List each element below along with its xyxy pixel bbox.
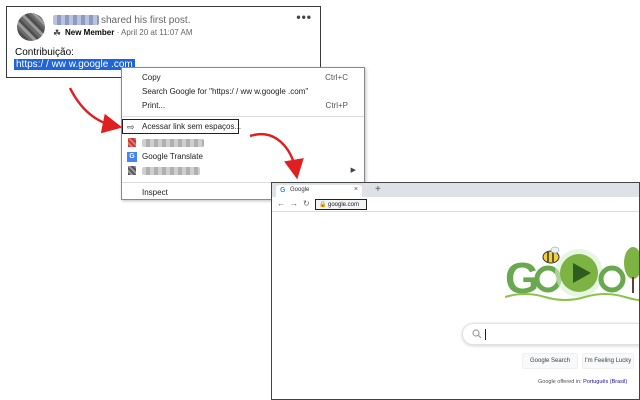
search-input[interactable] xyxy=(462,323,639,345)
tab-bar: G Google × + xyxy=(272,183,639,197)
reload-icon[interactable]: ↻ xyxy=(303,199,310,208)
link-extension-icon: ⇨ xyxy=(127,122,135,132)
language-offer: Google offered in: Português (Brasil) xyxy=(538,379,627,385)
lock-icon: 🔒 xyxy=(319,202,327,208)
arrow-to-menu xyxy=(68,87,123,134)
blurred-label xyxy=(142,167,200,175)
browser-toolbar: ← → ↻ 🔒 google.com xyxy=(272,197,639,212)
close-icon[interactable]: × xyxy=(354,186,358,193)
menu-item-acessar-link[interactable]: ⇨ Acessar link sem espaços... xyxy=(122,120,364,134)
doodle-letter-o2-icon xyxy=(598,265,626,293)
blurred-extension-icon xyxy=(128,166,136,175)
menu-item-blurred-submenu[interactable]: ▶ xyxy=(122,164,364,178)
submenu-arrow-icon: ▶ xyxy=(350,167,356,174)
back-icon[interactable]: ← xyxy=(277,199,285,208)
post-action-text: shared his first post. xyxy=(101,15,191,26)
google-favicon-icon: G xyxy=(280,187,286,194)
menu-item-print[interactable]: Print... Ctrl+P xyxy=(122,99,364,113)
post-meta: New Member · April 20 at 11:07 AM xyxy=(65,28,193,37)
post-body-text: Contribuição: xyxy=(15,47,74,58)
menu-item-label: Google Translate xyxy=(142,152,203,161)
menu-item-copy[interactable]: Copy Ctrl+C xyxy=(122,71,364,85)
text-caret xyxy=(485,329,486,340)
menu-item-label: Inspect xyxy=(142,188,168,197)
menu-item-label: Copy xyxy=(142,73,161,82)
google-search-button[interactable]: Google Search xyxy=(522,353,578,369)
language-link[interactable]: Português (Brasil) xyxy=(583,379,627,385)
browser-window: G Google × + ← → ↻ 🔒 google.com G Google… xyxy=(271,182,640,400)
new-member-badge: New Member xyxy=(65,28,115,37)
menu-item-search-google[interactable]: Search Google for "https:/ / ww w.google… xyxy=(122,85,364,99)
url-text: google.com xyxy=(328,202,360,208)
tab-google[interactable]: G Google × xyxy=(276,185,362,197)
google-doodle[interactable]: G xyxy=(505,235,640,305)
avatar[interactable] xyxy=(17,13,45,41)
search-icon xyxy=(472,329,482,339)
address-bar[interactable]: 🔒 google.com xyxy=(315,199,367,210)
tab-title: Google xyxy=(290,187,310,193)
context-menu: Copy Ctrl+C Search Google for "https:/ /… xyxy=(121,67,365,200)
menu-item-label: Acessar link sem espaços... xyxy=(142,122,242,131)
menu-item-blurred-extension[interactable] xyxy=(122,136,364,150)
forward-icon[interactable]: → xyxy=(290,199,298,208)
feeling-lucky-button[interactable]: I'm Feeling Lucky xyxy=(582,353,634,369)
menu-separator xyxy=(122,116,364,117)
menu-item-shortcut: Ctrl+P xyxy=(325,101,348,110)
menu-item-google-translate[interactable]: G Google Translate xyxy=(122,150,364,164)
new-member-icon: ☘ xyxy=(53,28,62,38)
more-dots-icon[interactable]: ••• xyxy=(296,10,312,24)
menu-item-label: Search Google for "https:/ / ww w.google… xyxy=(142,87,309,96)
offered-text: Google offered in: xyxy=(538,379,582,385)
selected-link-text[interactable]: https:/ / ww w.google .com xyxy=(14,59,135,70)
menu-item-shortcut: Ctrl+C xyxy=(325,73,348,82)
menu-item-label: Print... xyxy=(142,101,166,110)
blurred-extension-icon xyxy=(128,138,136,147)
tree-icon xyxy=(624,247,639,279)
blurred-label xyxy=(142,139,204,147)
post-timestamp[interactable]: April 20 at 11:07 AM xyxy=(121,28,192,37)
author-name-blurred[interactable] xyxy=(53,15,99,25)
new-tab-icon[interactable]: + xyxy=(375,184,381,195)
google-translate-icon: G xyxy=(127,152,137,162)
